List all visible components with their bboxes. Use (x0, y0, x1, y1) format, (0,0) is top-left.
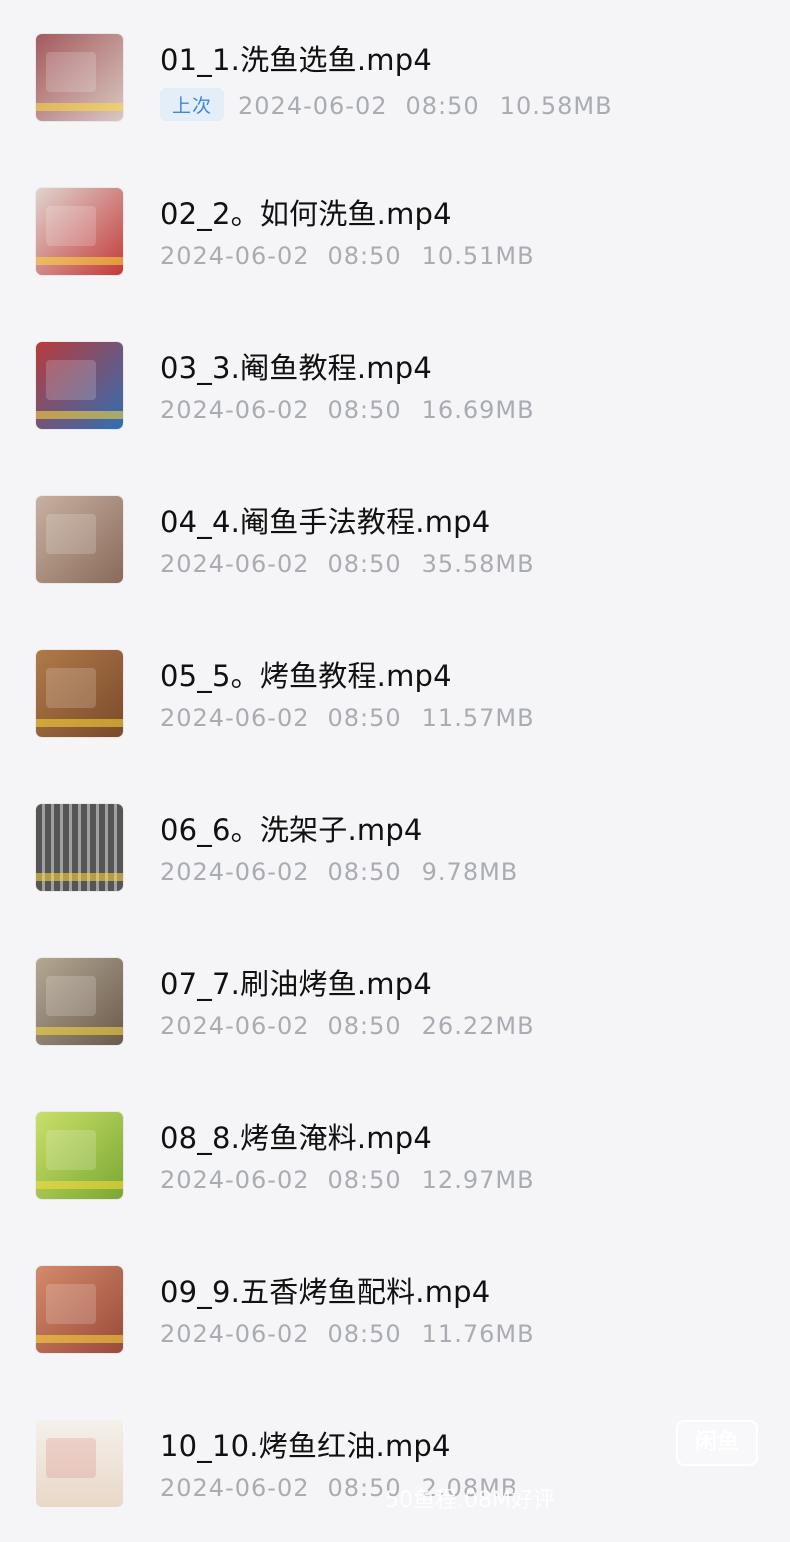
file-name: 10_10.烤鱼红油.mp4 (160, 1429, 451, 1463)
video-thumbnail[interactable] (36, 650, 123, 737)
file-meta: 2024-06-02 08:50 35.58MB (160, 550, 535, 578)
list-item-file-06[interactable]: 06_6。洗架子.mp4 2024-06-02 08:50 9.78MB (0, 770, 790, 924)
list-item-file-02[interactable]: 02_2。如何洗鱼.mp4 2024-06-02 08:50 10.51MB (0, 154, 790, 308)
file-name: 03_3.阉鱼教程.mp4 (160, 351, 432, 385)
video-thumbnail[interactable] (36, 804, 123, 891)
file-meta: 2024-06-02 08:50 26.22MB (160, 1012, 535, 1040)
file-date: 2024-06-02 (160, 1166, 310, 1194)
last-viewed-badge: 上次 (160, 88, 225, 121)
file-date: 2024-06-02 (238, 92, 388, 120)
file-meta: 2024-06-02 08:50 10.51MB (160, 242, 535, 270)
file-time: 08:50 (327, 1320, 402, 1348)
list-item-file-10[interactable]: 10_10.烤鱼红油.mp4 2024-06-02 08:50 2.08MB (0, 1386, 790, 1540)
file-date: 2024-06-02 (160, 1012, 310, 1040)
file-time: 08:50 (327, 550, 402, 578)
file-date: 2024-06-02 (160, 1320, 310, 1348)
file-name: 06_6。洗架子.mp4 (160, 813, 423, 847)
file-size: 9.78MB (421, 858, 519, 886)
list-item-file-07[interactable]: 07_7.刷油烤鱼.mp4 2024-06-02 08:50 26.22MB (0, 924, 790, 1078)
file-date: 2024-06-02 (160, 396, 310, 424)
file-time: 08:50 (327, 858, 402, 886)
video-thumbnail[interactable] (36, 958, 123, 1045)
file-date: 2024-06-02 (160, 1474, 310, 1502)
file-name: 02_2。如何洗鱼.mp4 (160, 197, 452, 231)
file-name: 09_9.五香烤鱼配料.mp4 (160, 1275, 491, 1309)
xianyu-watermark-logo: 闲鱼 (676, 1420, 758, 1466)
file-name: 08_8.烤鱼淹料.mp4 (160, 1121, 432, 1155)
file-meta: 2024-06-02 08:50 11.76MB (160, 1320, 535, 1348)
video-thumbnail[interactable] (36, 34, 123, 121)
file-date: 2024-06-02 (160, 704, 310, 732)
file-meta: 上次 2024-06-02 08:50 10.58MB (160, 88, 613, 121)
file-time: 08:50 (327, 704, 402, 732)
watermark-overlay-text: 50鱼程.08M好评 (385, 1488, 555, 1513)
file-name: 04_4.阉鱼手法教程.mp4 (160, 505, 491, 539)
file-size: 11.76MB (421, 1320, 535, 1348)
file-size: 10.58MB (499, 92, 613, 120)
file-meta: 2024-06-02 08:50 12.97MB (160, 1166, 535, 1194)
file-name: 05_5。烤鱼教程.mp4 (160, 659, 452, 693)
file-time: 08:50 (327, 396, 402, 424)
file-size: 11.57MB (421, 704, 535, 732)
file-date: 2024-06-02 (160, 550, 310, 578)
list-item-file-05[interactable]: 05_5。烤鱼教程.mp4 2024-06-02 08:50 11.57MB (0, 616, 790, 770)
file-size: 26.22MB (421, 1012, 535, 1040)
file-size: 35.58MB (421, 550, 535, 578)
video-thumbnail[interactable] (36, 496, 123, 583)
file-time: 08:50 (327, 1166, 402, 1194)
video-thumbnail[interactable] (36, 1420, 123, 1507)
file-size: 12.97MB (421, 1166, 535, 1194)
file-time: 08:50 (327, 1012, 402, 1040)
file-meta: 2024-06-02 08:50 16.69MB (160, 396, 535, 424)
video-thumbnail[interactable] (36, 1266, 123, 1353)
list-item-file-03[interactable]: 03_3.阉鱼教程.mp4 2024-06-02 08:50 16.69MB (0, 308, 790, 462)
list-item-file-01[interactable]: 01_1.洗鱼选鱼.mp4 上次 2024-06-02 08:50 10.58MB (0, 0, 790, 154)
file-meta: 2024-06-02 08:50 9.78MB (160, 858, 518, 886)
video-thumbnail[interactable] (36, 342, 123, 429)
file-meta: 2024-06-02 08:50 11.57MB (160, 704, 535, 732)
list-item-file-09[interactable]: 09_9.五香烤鱼配料.mp4 2024-06-02 08:50 11.76MB (0, 1232, 790, 1386)
file-date: 2024-06-02 (160, 858, 310, 886)
list-item-file-08[interactable]: 08_8.烤鱼淹料.mp4 2024-06-02 08:50 12.97MB (0, 1078, 790, 1232)
video-thumbnail[interactable] (36, 188, 123, 275)
file-size: 10.51MB (421, 242, 535, 270)
file-time: 08:50 (405, 92, 480, 120)
file-time: 08:50 (327, 242, 402, 270)
video-thumbnail[interactable] (36, 1112, 123, 1199)
list-item-file-04[interactable]: 04_4.阉鱼手法教程.mp4 2024-06-02 08:50 35.58MB (0, 462, 790, 616)
file-size: 16.69MB (421, 396, 535, 424)
file-name: 01_1.洗鱼选鱼.mp4 (160, 43, 432, 77)
file-name: 07_7.刷油烤鱼.mp4 (160, 967, 432, 1001)
file-date: 2024-06-02 (160, 242, 310, 270)
